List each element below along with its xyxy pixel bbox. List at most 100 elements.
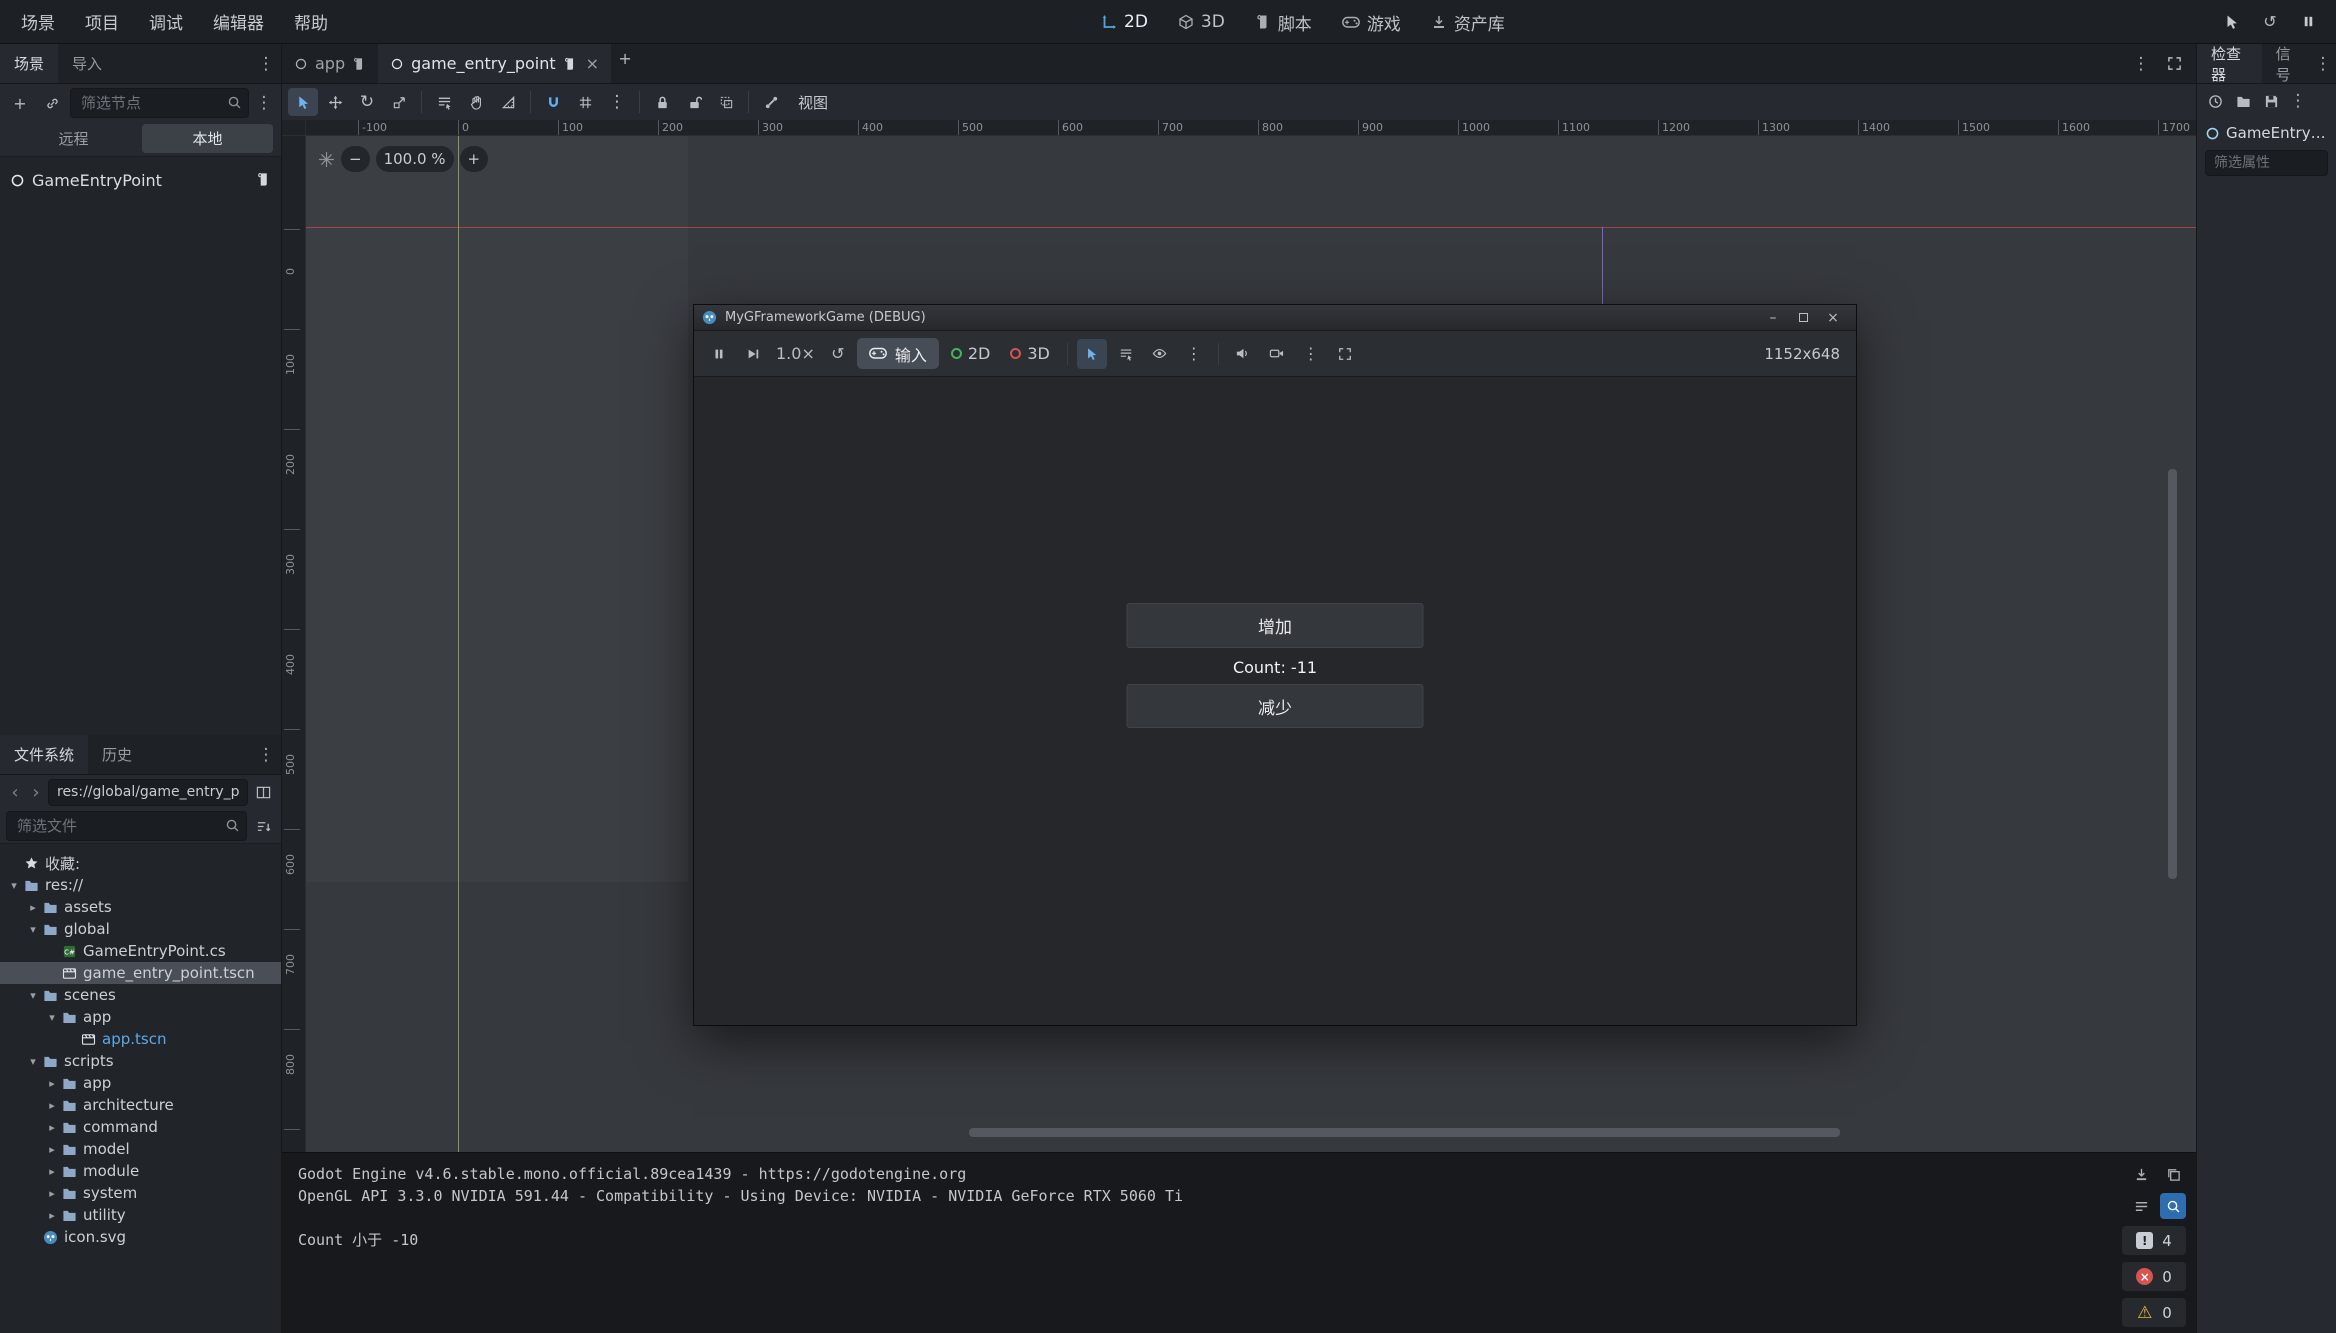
tab-list-menu-icon[interactable]: ⋮ [2130, 54, 2152, 74]
skeleton-options-icon[interactable] [756, 88, 786, 116]
local-button[interactable]: 本地 [142, 124, 273, 153]
pause-game-icon[interactable] [2294, 8, 2322, 36]
nav-back-icon[interactable]: ‹ [6, 782, 24, 803]
tree-closed-arrow-icon[interactable]: ▸ [44, 1209, 60, 1222]
menu-project[interactable]: 项目 [70, 0, 134, 43]
file-tree-row[interactable]: ▸command [0, 1116, 281, 1138]
inspected-node-row[interactable]: GameEntryPoint [2197, 118, 2336, 148]
sort-files-icon[interactable] [251, 812, 275, 840]
file-filter-input[interactable] [6, 811, 247, 841]
tree-closed-arrow-icon[interactable]: ▸ [44, 1077, 60, 1090]
filesystem-dock-menu-icon[interactable]: ⋮ [255, 745, 277, 765]
scene-dock-menu-icon[interactable]: ⋮ [255, 54, 277, 74]
next-frame-icon[interactable] [738, 339, 768, 369]
file-tree-row[interactable]: C#GameEntryPoint.cs [0, 940, 281, 962]
debug-3d-toggle[interactable]: 3D [1002, 339, 1058, 369]
time-scale-button[interactable]: 1.0× [772, 339, 819, 369]
input-mode-toggle[interactable]: 输入 [857, 338, 939, 369]
scene-filter-input[interactable] [70, 88, 249, 118]
file-tree-row[interactable]: ▾scripts [0, 1050, 281, 1072]
file-tree-row[interactable]: ▸model [0, 1138, 281, 1160]
embed-options-menu-icon[interactable]: ⋮ [1296, 339, 1326, 369]
selection-options-menu-icon[interactable]: ⋮ [1179, 339, 1209, 369]
expand-viewport-icon[interactable] [2160, 50, 2188, 78]
error-count-badge[interactable]: ×0 [2122, 1262, 2186, 1291]
reset-time-scale-icon[interactable]: ↺ [823, 339, 853, 369]
visibility-eye-icon[interactable] [1145, 339, 1175, 369]
remote-button[interactable]: 远程 [8, 124, 139, 153]
file-tree-row[interactable]: app.tscn [0, 1028, 281, 1050]
minimize-window-icon[interactable]: – [1758, 305, 1788, 330]
message-count-badge[interactable]: !4 [2122, 1226, 2186, 1255]
attached-script-icon[interactable] [256, 172, 271, 187]
restart-game-icon[interactable]: ↺ [2256, 8, 2284, 36]
close-tab-icon[interactable]: × [586, 54, 599, 73]
select-tool[interactable] [288, 88, 318, 116]
view-menu-button[interactable]: 视图 [788, 92, 838, 113]
history-icon[interactable] [2203, 87, 2227, 115]
tree-open-arrow-icon[interactable]: ▾ [25, 923, 41, 936]
tab-import[interactable]: 导入 [58, 44, 116, 83]
tab-inspector[interactable]: 检查器 [2197, 44, 2262, 83]
scene-filter-menu-icon[interactable]: ⋮ [253, 93, 275, 113]
file-tree-row[interactable]: ▸utility [0, 1204, 281, 1226]
workspace-game-button[interactable]: 游戏 [1333, 6, 1410, 38]
maximize-window-icon[interactable] [1788, 305, 1818, 330]
file-tree-row[interactable]: ▸module [0, 1160, 281, 1182]
tab-history[interactable]: 历史 [88, 735, 146, 774]
file-tree-row[interactable]: ▾res:// [0, 874, 281, 896]
file-tree-row[interactable]: ▾global [0, 918, 281, 940]
ruler-tool[interactable] [493, 88, 523, 116]
viewport-vscrollbar[interactable] [2168, 469, 2177, 879]
file-tree-row[interactable]: ▸app [0, 1072, 281, 1094]
workspace-script-button[interactable]: 脚本 [1246, 6, 1321, 38]
tree-closed-arrow-icon[interactable]: ▸ [44, 1143, 60, 1156]
decrease-button[interactable]: 减少 [1127, 684, 1424, 728]
file-tree-row[interactable]: game_entry_point.tscn [0, 962, 281, 984]
menu-debug[interactable]: 调试 [134, 0, 198, 43]
increase-button[interactable]: 增加 [1127, 603, 1424, 648]
line-wrap-icon[interactable] [2128, 1193, 2154, 1219]
tab-scene[interactable]: 场景 [0, 44, 58, 83]
copy-log-icon[interactable] [2160, 1161, 2186, 1187]
tree-closed-arrow-icon[interactable]: ▸ [44, 1187, 60, 1200]
warning-count-badge[interactable]: ⚠0 [2122, 1298, 2186, 1327]
file-tree-row[interactable]: ▾scenes [0, 984, 281, 1006]
move-tool[interactable] [320, 88, 350, 116]
tab-signals[interactable]: 信号 [2262, 44, 2314, 83]
grid-snap-toggle[interactable] [570, 88, 600, 116]
file-tree-row[interactable]: 收藏: [0, 852, 281, 874]
tree-open-arrow-icon[interactable]: ▾ [25, 1055, 41, 1068]
tree-closed-arrow-icon[interactable]: ▸ [44, 1121, 60, 1134]
tree-open-arrow-icon[interactable]: ▾ [25, 989, 41, 1002]
file-tree-row[interactable]: ▸assets [0, 896, 281, 918]
folder-icon[interactable] [2231, 87, 2255, 115]
instance-scene-icon[interactable] [38, 89, 66, 117]
list-select-tool[interactable] [429, 88, 459, 116]
split-view-icon[interactable] [251, 778, 275, 806]
lock-node-button[interactable] [647, 88, 677, 116]
game-window-titlebar[interactable]: MyGFrameworkGame (DEBUG) – × [694, 305, 1856, 331]
close-window-icon[interactable]: × [1818, 305, 1848, 330]
smart-snap-toggle[interactable] [538, 88, 568, 116]
zoom-in-button[interactable]: + [460, 146, 489, 172]
camera-override-icon[interactable] [1262, 339, 1292, 369]
viewport-hscrollbar[interactable] [969, 1128, 1840, 1137]
menu-editor[interactable]: 编辑器 [198, 0, 279, 43]
snap-options-menu-icon[interactable]: ⋮ [602, 88, 632, 116]
add-node-button[interactable]: + [6, 89, 34, 117]
fullscreen-icon[interactable] [1330, 339, 1360, 369]
file-tree-row[interactable]: icon.svg [0, 1226, 281, 1248]
pick-node-icon[interactable] [2218, 8, 2246, 36]
rotate-tool[interactable]: ↻ [352, 88, 382, 116]
workspace-assetlib-button[interactable]: 资产库 [1422, 6, 1514, 38]
save-icon[interactable] [2259, 87, 2283, 115]
tree-closed-arrow-icon[interactable]: ▸ [25, 901, 41, 914]
group-nodes-button[interactable] [711, 88, 741, 116]
search-log-icon[interactable] [2160, 1193, 2186, 1219]
file-tree-row[interactable]: ▸system [0, 1182, 281, 1204]
inspector-menu-icon[interactable]: ⋮ [2287, 91, 2309, 111]
scene-tree-root-node[interactable]: GameEntryPoint [0, 165, 281, 195]
tab-filesystem[interactable]: 文件系统 [0, 735, 88, 774]
file-tree-row[interactable]: ▾app [0, 1006, 281, 1028]
